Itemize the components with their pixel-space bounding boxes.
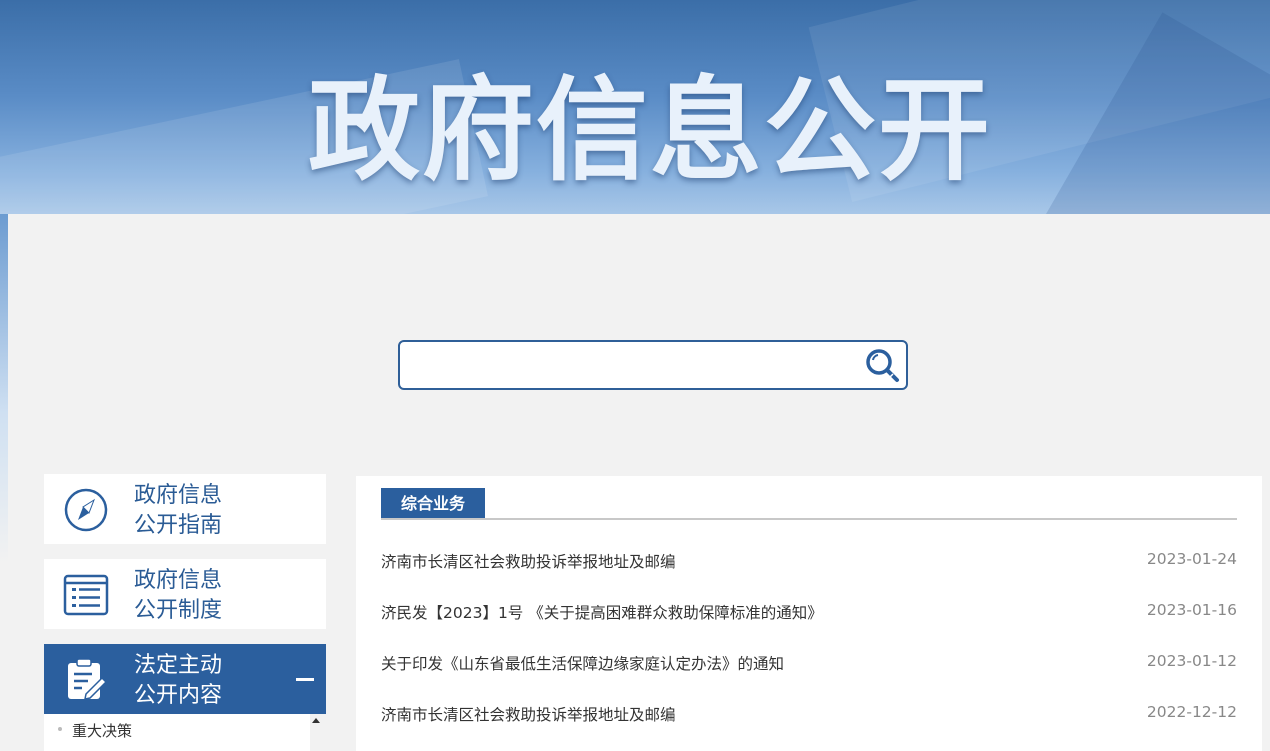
news-date: 2023-01-24 [1146, 550, 1237, 568]
news-title[interactable]: 济民发【2023】1号 《关于提高困难群众救助保障标准的通知》 [381, 601, 823, 623]
sidebar-item-guide[interactable]: 政府信息 公开指南 [44, 474, 326, 544]
label-line: 公开指南 [134, 513, 223, 538]
scroll-up-arrow-icon[interactable] [312, 718, 320, 723]
tab-general-business[interactable]: 综合业务 [381, 488, 485, 519]
sidebar-sub-list: 重大决策 [44, 714, 310, 751]
news-item[interactable]: 济南市长清区社会救助投诉举报地址及邮编 2022-12-12 [381, 703, 1237, 727]
news-title[interactable]: 济南市长清区社会救助投诉举报地址及邮编 [381, 703, 676, 725]
label-line: 政府信息 [134, 568, 223, 593]
sub-item-label: 重大决策 [72, 722, 133, 740]
news-item[interactable]: 关于印发《山东省最低生活保障边缘家庭认定办法》的通知 2023-01-12 [381, 652, 1237, 676]
sidebar-item-statutory-content[interactable]: 法定主动 公开内容 [44, 644, 326, 714]
news-item[interactable]: 济民发【2023】1号 《关于提高困难群众救助保障标准的通知》 2023-01-… [381, 601, 1237, 625]
sidebar-item-label: 政府信息 公开指南 [134, 481, 314, 541]
label-line: 法定主动 [134, 653, 223, 678]
document-list-icon [63, 574, 109, 616]
news-title[interactable]: 济南市长清区社会救助投诉举报地址及邮编 [381, 550, 676, 572]
collapse-icon[interactable] [296, 678, 314, 681]
banner: 政府信息公开 [0, 0, 1270, 214]
compass-icon [64, 488, 108, 532]
news-date: 2022-12-12 [1146, 703, 1237, 721]
label-line: 公开制度 [134, 598, 223, 623]
label-line: 公开内容 [134, 683, 223, 708]
bullet-icon [58, 726, 62, 731]
sidebar-item-label: 法定主动 公开内容 [134, 651, 314, 711]
news-date: 2023-01-16 [1146, 601, 1237, 619]
news-date: 2023-01-12 [1146, 652, 1237, 670]
news-panel: 综合业务 济南市长清区社会救助投诉举报地址及邮编 2023-01-24 济民发【… [356, 476, 1262, 751]
search-input[interactable] [410, 350, 850, 380]
banner-title: 政府信息公开 [308, 66, 992, 196]
news-title[interactable]: 关于印发《山东省最低生活保障边缘家庭认定办法》的通知 [381, 652, 784, 674]
news-item[interactable]: 济南市长清区社会救助投诉举报地址及邮编 2023-01-24 [381, 550, 1237, 574]
clipboard-edit-icon [68, 658, 108, 700]
sidebar-item-system[interactable]: 政府信息 公开制度 [44, 559, 326, 629]
search-box [398, 340, 908, 390]
sidebar-item-label: 政府信息 公开制度 [134, 566, 314, 626]
label-line: 政府信息 [134, 483, 223, 508]
search-icon [866, 349, 899, 382]
divider [381, 518, 1237, 520]
search-button[interactable] [862, 346, 902, 386]
sub-item-major-decisions[interactable]: 重大决策 [58, 720, 132, 741]
